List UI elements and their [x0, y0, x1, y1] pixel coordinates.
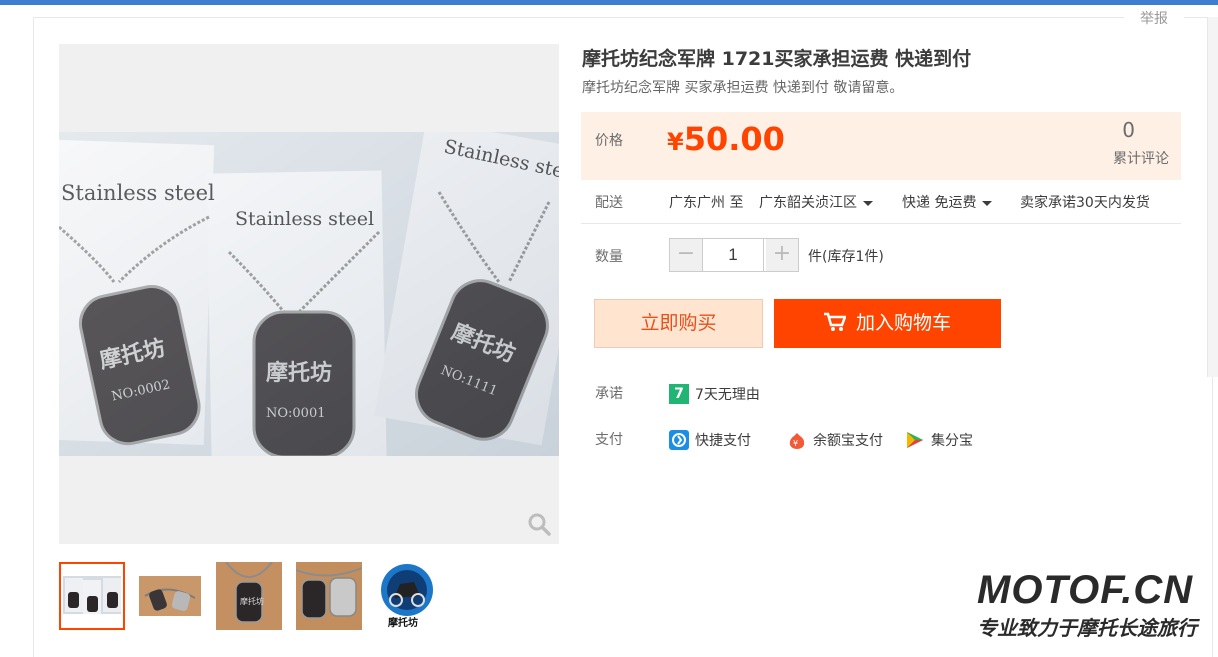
product-title: 摩托坊纪念军牌 1721买家承担运费 快递到付 [582, 48, 972, 70]
seven-day-return[interactable]: 7 7天无理由 [669, 383, 760, 404]
buy-now-button[interactable]: 立即购买 [594, 299, 763, 348]
seven-day-return-label: 7天无理由 [695, 387, 760, 403]
yuebao-icon: ¥ [789, 432, 805, 449]
cart-icon [823, 312, 847, 331]
quick-pay-icon [669, 429, 689, 450]
thumbnail-4[interactable] [296, 562, 362, 630]
price-label: 价格 [595, 133, 623, 149]
jifenbao-icon [907, 431, 923, 448]
chevron-down-icon [863, 200, 873, 206]
shipping-label: 配送 [595, 195, 623, 211]
watermark-slogan: 专业致力于摩托长途旅行 [977, 616, 1197, 640]
thumb-logo-text-3: 摩托坊 [240, 596, 264, 606]
payment-jifenbao[interactable]: 集分宝 [905, 430, 973, 450]
thumb-logo-text-5: 摩托坊 [388, 616, 418, 629]
svg-text:¥: ¥ [793, 439, 798, 448]
payment-yuebao[interactable]: ¥ 余额宝支付 [787, 430, 883, 450]
site-watermark: MOTOF.CN 专业致力于摩托长途旅行 [975, 568, 1218, 640]
product-photo: Stainless steel Stainless steel Stainles… [59, 132, 559, 456]
top-accent-bar [0, 0, 1218, 5]
price-number: 50.00 [683, 120, 785, 158]
shipping-promise: 卖家承诺30天内发货 [1020, 195, 1150, 211]
decrease-button[interactable]: − [670, 239, 702, 271]
shipping-destination-label: 广东韶关浈江区 [759, 195, 857, 211]
thumbnail-3[interactable]: 摩托坊 [216, 562, 282, 630]
right-side-strip [1207, 17, 1218, 377]
price-box: 价格 ¥50.00 0 累计评论 [581, 112, 1181, 180]
watermark-domain: MOTOF.CN [977, 568, 1194, 612]
promise-label: 承诺 [595, 386, 623, 402]
review-label[interactable]: 累计评论 [1113, 148, 1169, 168]
chevron-down-icon [982, 200, 993, 206]
product-subtitle: 摩托坊纪念军牌 买家承担运费 快递到付 敬请留意。 [582, 80, 904, 96]
jifenbao-label: 集分宝 [931, 433, 973, 449]
stock-text: 件(库存1件) [808, 249, 884, 265]
zoom-icon[interactable] [527, 512, 551, 536]
payment-quick-pay[interactable]: 快捷支付 [669, 429, 751, 450]
main-image-area[interactable]: Stainless steel Stainless steel Stainles… [59, 44, 559, 544]
payment-row: 支付 快捷支付 ¥ 余额宝支付 集分宝 [581, 429, 1181, 453]
report-link[interactable]: 举报 [1124, 8, 1184, 28]
add-to-cart-button[interactable]: 加入购物车 [774, 299, 1001, 348]
increase-button[interactable]: + [766, 239, 798, 271]
promise-row: 承诺 7 7天无理由 [581, 383, 1181, 407]
shipping-method-label: 快递 免运费 [902, 195, 977, 211]
shipping-row: 配送 广东广州 至 广东韶关浈江区 快递 免运费 卖家承诺30天内发货 [581, 182, 1181, 224]
currency-symbol: ¥ [667, 128, 684, 156]
shipping-from: 广东广州 至 [669, 195, 744, 211]
quantity-row: 数量 − + 件(库存1件) [581, 238, 1181, 274]
quick-pay-label: 快捷支付 [695, 433, 751, 449]
add-to-cart-label: 加入购物车 [855, 312, 951, 334]
quantity-label: 数量 [595, 249, 623, 265]
yuebao-label: 余额宝支付 [813, 433, 883, 449]
shipping-method-select[interactable]: 快递 免运费 [902, 192, 993, 212]
quantity-stepper: − + [669, 238, 799, 272]
quantity-input[interactable] [702, 239, 764, 271]
price-value: ¥50.00 [667, 120, 785, 158]
review-count[interactable]: 0 [1122, 118, 1135, 142]
seven-day-badge-icon: 7 [669, 383, 689, 404]
shipping-destination-select[interactable]: 广东韶关浈江区 [759, 192, 873, 212]
payment-label: 支付 [595, 432, 623, 448]
thumbnail-5[interactable]: 摩托坊 [374, 562, 440, 630]
thumbnail-1[interactable] [59, 562, 125, 630]
thumbnail-2[interactable] [137, 562, 203, 630]
